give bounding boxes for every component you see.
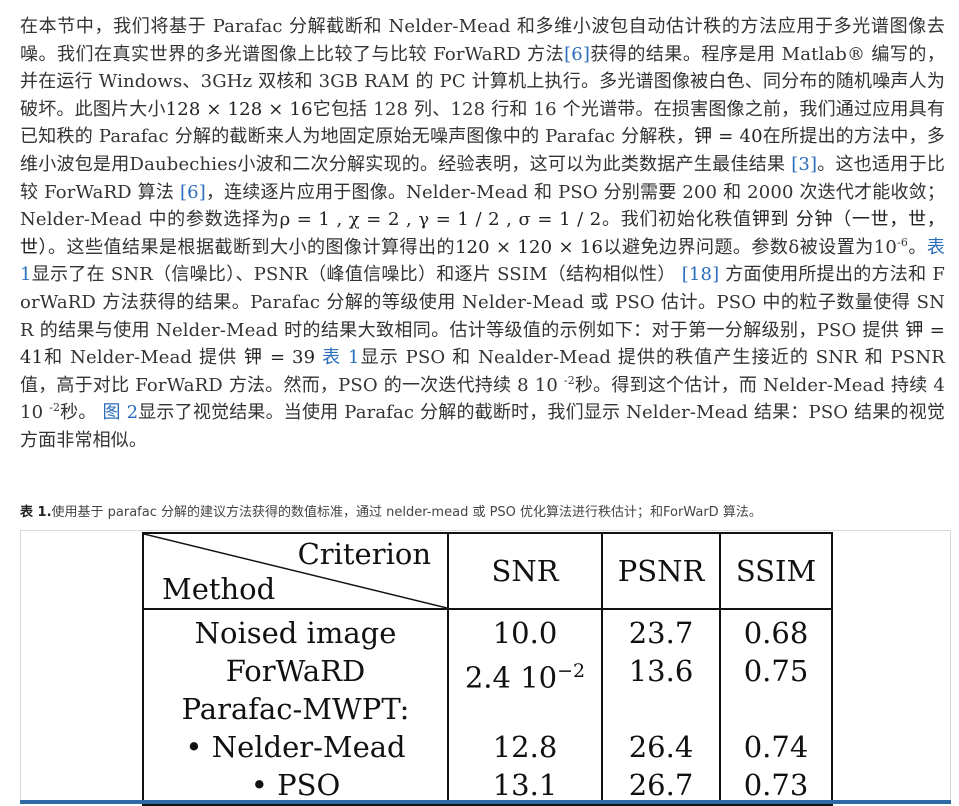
text-run: 。这些值结果是根据截断到大小的图像计算得出的 [48, 236, 455, 258]
figure-bottom-bar [20, 800, 951, 804]
col-header-ssim: SSIM [719, 532, 833, 610]
row-method-forward: ForWaRD [225, 654, 366, 688]
snr-forward-base: 2.4 10 [464, 660, 558, 695]
row-method-pso: • PSO [250, 768, 341, 802]
col-header-psnr: PSNR [601, 532, 721, 610]
cell-psnr-forward: 13.6 [628, 654, 694, 688]
text-run: 。 [907, 236, 927, 258]
math-expression: ρ = 1 , χ = 2 , γ = 1 / 2 , σ = 1 / 2 [279, 209, 602, 231]
superscript: -6 [896, 235, 908, 249]
reference-link[interactable]: 表 1 [322, 347, 360, 368]
ssim-column: 0.68 0.75 0.74 0.73 [719, 608, 833, 806]
cell-ssim-nelder-mead: 0.74 [743, 730, 809, 764]
cell-psnr-noised: 23.7 [628, 616, 694, 650]
math-expression: 120 × 120 × 16 [454, 236, 604, 258]
col-header-snr: SNR [447, 532, 603, 610]
results-paragraph: 在本节中，我们将基于 Parafac 分解截断和 Nelder-Mead 和多维… [20, 13, 945, 455]
cell-ssim-pso: 0.73 [743, 768, 809, 802]
cell-ssim-parafac [721, 690, 831, 728]
cell-snr-pso: 13.1 [492, 768, 558, 802]
cell-snr-forward: 2.4 10−2 [449, 652, 601, 695]
method-column: Noised image ForWaRD Parafac-MWPT: • Nel… [142, 608, 449, 806]
math-expression: 128 × 128 × 16 [165, 98, 313, 120]
cell-psnr-nelder-mead: 26.4 [628, 730, 694, 764]
criterion-header: Criterion [297, 537, 431, 571]
caption-label: 表 1. [20, 505, 52, 520]
table-corner-header: Criterion Method [142, 532, 449, 610]
text-run: 和 Nelder-Mead 提供 [43, 347, 245, 369]
math-expression: 钾 [751, 209, 771, 231]
reference-link[interactable]: [6] [564, 44, 590, 65]
text-run: 秒。 [60, 402, 103, 424]
cell-psnr-pso: 26.7 [628, 768, 694, 802]
psnr-column: 23.7 13.6 26.4 26.7 [601, 608, 721, 806]
method-header: Method [162, 572, 276, 606]
table-caption: 表 1.使用基于 parafac 分解的建议方法获得的数值标准，通过 nelde… [20, 501, 945, 520]
table-figure: Criterion Method SNR PSNR SSIM Noised im… [20, 530, 951, 806]
cell-snr-nelder-mead: 12.8 [492, 730, 558, 764]
reference-link[interactable]: 图 2 [102, 402, 138, 423]
snr-forward-exponent: −2 [557, 660, 586, 682]
superscript: -2 [49, 401, 61, 415]
text-run: 显示了在 SNR（信噪比）、PSNR（峰值信噪比）和逐片 SSIM（结构相似性） [31, 264, 682, 286]
superscript: -2 [563, 373, 575, 387]
reference-link[interactable]: [6] [180, 182, 206, 203]
row-method-parafac: Parafac-MWPT: [181, 692, 410, 726]
math-expression: 钾 = 40 [694, 126, 763, 148]
snr-column: 10.0 2.4 10−2 12.8 13.1 [447, 608, 603, 806]
cell-snr-noised: 10.0 [492, 616, 558, 650]
results-table: Criterion Method SNR PSNR SSIM Noised im… [142, 532, 833, 806]
text-run: 以避免边界问题。参数δ被设置为10 [603, 236, 897, 258]
caption-text: 使用基于 parafac 分解的建议方法获得的数值标准，通过 nelder-me… [51, 505, 762, 520]
reference-link[interactable]: [18] [682, 264, 720, 285]
cell-ssim-noised: 0.68 [743, 616, 809, 650]
article-body: 在本节中，我们将基于 Parafac 分解截断和 Nelder-Mead 和多维… [20, 13, 945, 455]
math-expression: 钾 = 39 [244, 347, 316, 369]
reference-link[interactable]: [3] [791, 154, 817, 175]
cell-psnr-parafac [603, 690, 719, 728]
cell-ssim-forward: 0.75 [743, 654, 809, 688]
row-method-noised: Noised image [194, 616, 397, 650]
text-run: 。我们初始化秩值 [601, 209, 752, 231]
text-run: 显示了视觉结果。当使用 Parafac 分解的截断时，我们显示 Nelder-M… [20, 402, 946, 451]
cell-snr-parafac [449, 690, 601, 728]
row-method-nelder-mead: • Nelder-Mead [185, 730, 406, 764]
